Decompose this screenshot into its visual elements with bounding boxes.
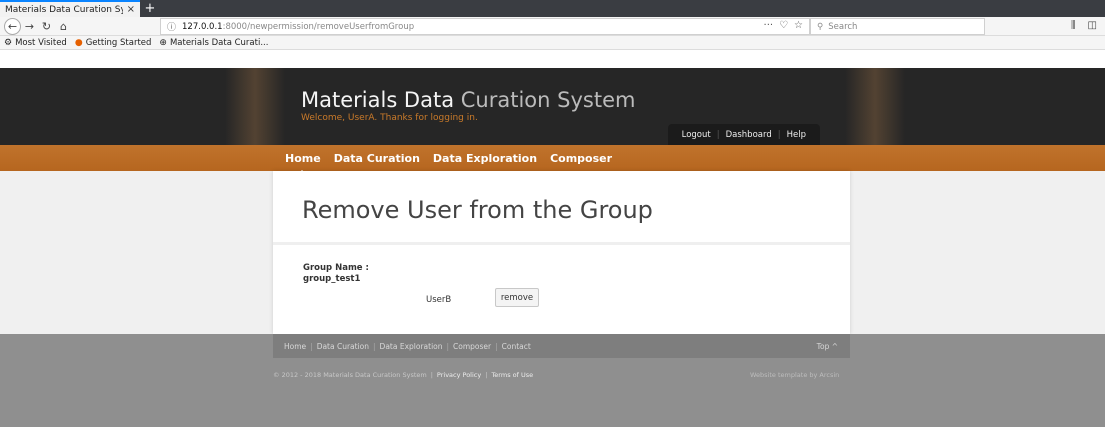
bookmark-most-visited[interactable]: ⚙ Most Visited <box>4 38 67 48</box>
separator: | <box>716 129 720 140</box>
search-placeholder: Search <box>828 21 858 32</box>
site-title-light: Curation System <box>460 88 636 112</box>
url-bar[interactable]: ⓘ 127.0.0.1 :8000/newpermission/removeUs… <box>160 18 810 35</box>
logout-link[interactable]: Logout <box>682 130 711 140</box>
dashboard-link[interactable]: Dashboard <box>726 130 772 140</box>
header-glow <box>225 68 285 145</box>
separator: | <box>373 342 376 351</box>
terms-of-use-link[interactable]: Terms of Use <box>491 371 533 379</box>
main-content: Remove User from the Group Group Name : … <box>273 171 850 334</box>
separator: | <box>446 342 450 351</box>
footer-nav: Home | Data Curation | Data Exploration … <box>273 334 850 358</box>
home-button[interactable]: ⌂ <box>55 18 72 35</box>
reload-button[interactable]: ↻ <box>38 18 55 35</box>
bookmark-label: Getting Started <box>85 37 152 48</box>
separator: | <box>310 342 313 351</box>
page-actions-icon[interactable]: ··· <box>764 20 774 31</box>
bookmark-label: Materials Data Curati... <box>169 37 269 48</box>
nav-data-curation[interactable]: Data Curation <box>334 152 420 165</box>
gear-icon: ⚙ <box>4 37 13 48</box>
close-tab-icon[interactable]: × <box>127 4 135 15</box>
user-name: UserB <box>426 295 452 305</box>
url-host: 127.0.0.1 <box>182 21 223 32</box>
bookmark-label: Most Visited <box>15 37 67 48</box>
remove-user-button[interactable]: remove <box>495 288 539 307</box>
main-nav-bar: Home Data Curation Data Exploration Comp… <box>0 145 1105 175</box>
footer-link-composer[interactable]: Composer <box>453 342 491 351</box>
separator: | <box>495 342 498 351</box>
welcome-message: Welcome, UserA. Thanks for logging in. <box>301 113 478 123</box>
browser-tab[interactable]: Materials Data Curation Sy × <box>0 0 140 17</box>
url-path: :8000/newpermission/removeUserfromGroup <box>222 21 415 32</box>
nav-data-exploration[interactable]: Data Exploration <box>433 152 537 165</box>
separator: | <box>777 129 781 140</box>
privacy-policy-link[interactable]: Privacy Policy <box>437 371 481 379</box>
separator: | <box>430 371 433 379</box>
bookmark-star-icon[interactable]: ☆ <box>794 20 803 31</box>
globe-icon: ⊕ <box>159 37 167 48</box>
copyright: © 2012 - 2018 Materials Data Curation Sy… <box>273 371 533 379</box>
group-info: Group Name : group_test1 <box>303 263 369 285</box>
back-button[interactable]: ← <box>4 17 21 35</box>
page-title: Remove User from the Group <box>302 196 653 224</box>
footer-link-data-exploration[interactable]: Data Exploration <box>380 342 443 351</box>
bookmarks-toolbar: ⚙ Most Visited ● Getting Started ⊕ Mater… <box>0 36 1105 50</box>
bookmark-getting-started[interactable]: ● Getting Started <box>75 38 152 48</box>
bookmark-materials[interactable]: ⊕ Materials Data Curati... <box>159 38 268 48</box>
copyright-text: © 2012 - 2018 Materials Data Curation Sy… <box>273 371 427 379</box>
footer-link-data-curation[interactable]: Data Curation <box>317 342 369 351</box>
separator: | <box>485 371 488 379</box>
footer-link-home[interactable]: Home <box>284 342 306 351</box>
pocket-icon[interactable]: ♡ <box>779 20 788 31</box>
header-glow <box>845 68 905 145</box>
utility-links: Logout | Dashboard | Help <box>667 124 820 145</box>
nav-composer[interactable]: Composer <box>550 152 612 165</box>
site-header: Materials Data Curation System Welcome, … <box>0 68 1105 145</box>
firefox-icon: ● <box>74 37 83 48</box>
new-tab-button[interactable]: + <box>140 0 160 17</box>
top-link[interactable]: Top ^ <box>817 342 838 351</box>
group-name-value: group_test1 <box>303 274 361 284</box>
forward-button[interactable]: → <box>21 18 38 35</box>
library-icon[interactable]: ⫼ <box>1071 20 1076 31</box>
site-title[interactable]: Materials Data Curation System <box>301 88 635 112</box>
template-credit[interactable]: Website template by Arcsin <box>750 371 839 379</box>
site: Materials Data Curation System Welcome, … <box>0 68 1105 427</box>
group-name-label: Group Name : <box>303 263 369 273</box>
footer-link-contact[interactable]: Contact <box>502 342 531 351</box>
info-icon[interactable]: ⓘ <box>167 20 176 33</box>
site-title-main: Materials Data <box>301 88 455 112</box>
sidebar-icon[interactable]: ◫ <box>1088 20 1097 31</box>
help-link[interactable]: Help <box>787 130 806 140</box>
search-input[interactable]: ⚲ Search <box>810 18 985 35</box>
search-icon: ⚲ <box>817 21 824 32</box>
tab-bar: Materials Data Curation Sy × + <box>0 0 1105 17</box>
tab-title: Materials Data Curation Sy <box>5 4 123 15</box>
divider <box>273 242 850 245</box>
nav-home[interactable]: Home <box>285 152 321 175</box>
